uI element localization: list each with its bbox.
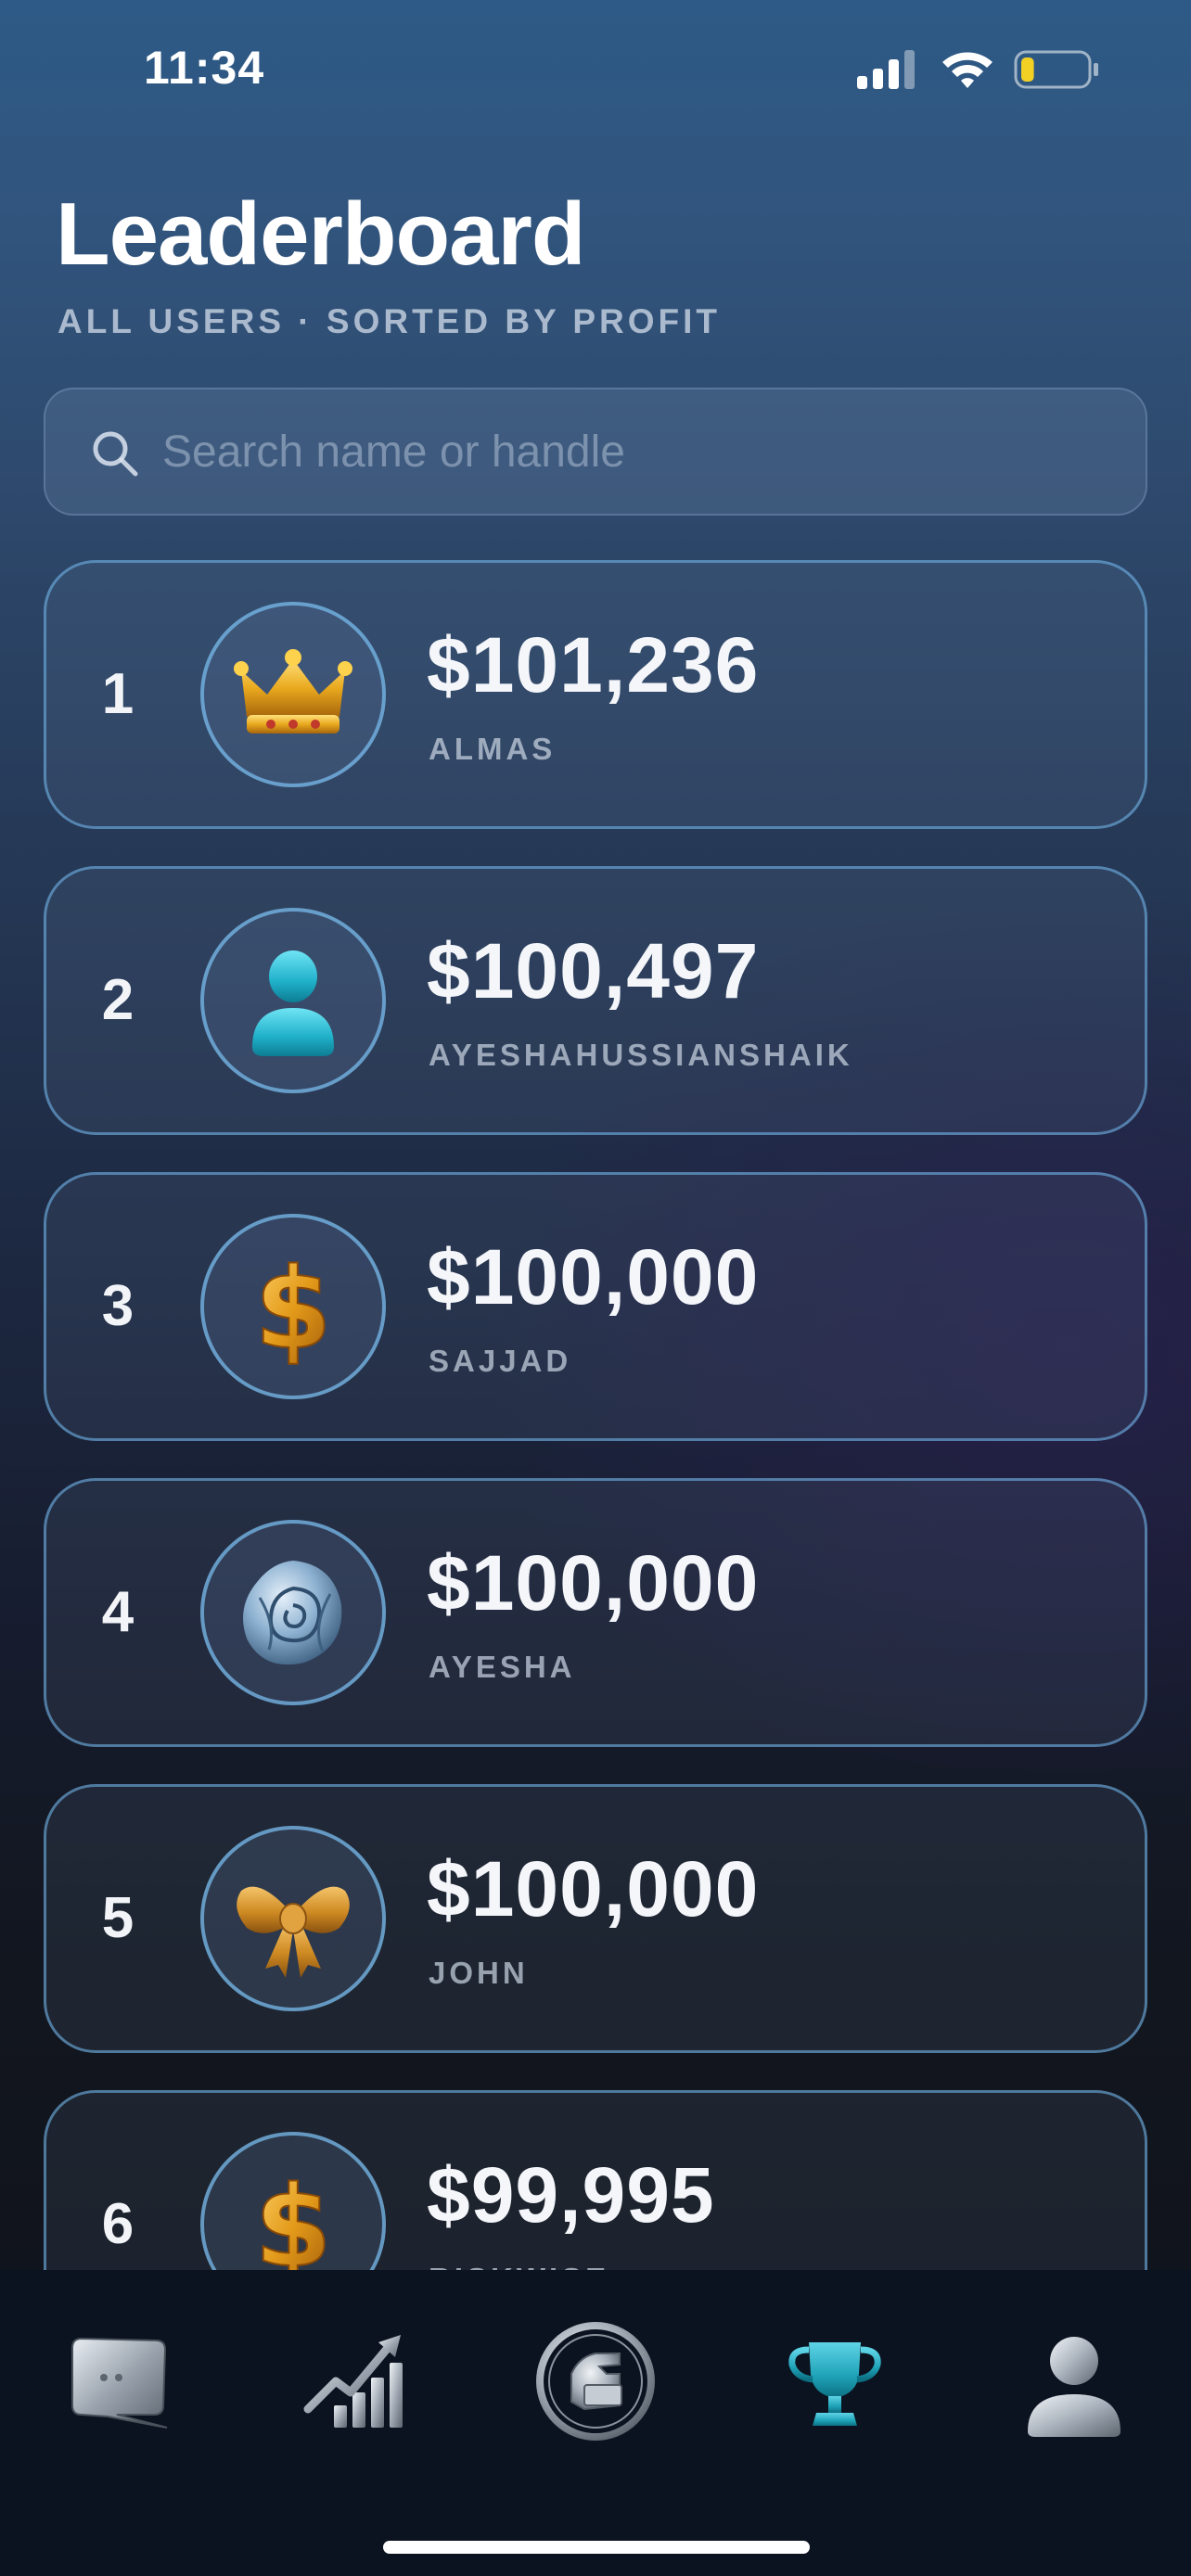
status-bar: 11:34: [0, 0, 1191, 139]
rank-number: 5: [101, 1886, 134, 1950]
bow-icon: [237, 1886, 350, 1978]
page-title: Leaderboard: [56, 185, 585, 284]
leaderboard-scroll-area[interactable]: 11:34 Leaderboard ALL USERS · SORTED BY …: [0, 0, 1191, 2270]
leaderboard-row[interactable]: 4 $100,000 AYESHA: [44, 1478, 1147, 1747]
user-handle: AYESHAHUSSIANSHAIK: [429, 1038, 853, 1072]
rank-number: 4: [101, 1580, 134, 1644]
avatar: [200, 1826, 386, 2011]
profile-icon: [1028, 2337, 1121, 2437]
leaderboard-row[interactable]: 3 $ $100,000 SAJJAD: [44, 1172, 1147, 1441]
home-indicator: [383, 2541, 810, 2554]
avatar: [200, 1520, 386, 1705]
rank-number: 2: [101, 968, 134, 1032]
rose-icon: [243, 1561, 342, 1665]
person-icon: [252, 950, 334, 1056]
trophy-icon: [788, 2342, 881, 2426]
search-box[interactable]: [44, 388, 1147, 516]
profit-amount: $100,000: [427, 1845, 760, 1932]
trade-coin-icon: [536, 2322, 655, 2441]
leaderboard-row[interactable]: 5 $100,000 JOHN: [44, 1784, 1147, 2053]
search-input[interactable]: [162, 389, 1118, 514]
user-handle: SAJJAD: [429, 1344, 572, 1378]
leaderboard-row[interactable]: 2 $100,497 AYESHAHUSSIANSHAIK: [44, 866, 1147, 1135]
avatar: [200, 908, 386, 1093]
crown-icon: [234, 649, 352, 733]
user-handle: AYESHA: [429, 1650, 576, 1684]
svg-text:$: $: [254, 2163, 332, 2270]
tab-chat[interactable]: [52, 2316, 182, 2446]
wifi-icon: [942, 52, 992, 88]
tab-bar: [0, 2270, 1191, 2576]
page-subtitle: ALL USERS · SORTED BY PROFIT: [58, 302, 722, 340]
dollar-icon: $: [253, 1244, 333, 1375]
user-handle: JOHN: [429, 1956, 529, 1990]
rank-number: 3: [101, 1274, 134, 1338]
avatar: $: [200, 2132, 386, 2270]
status-time: 11:34: [144, 42, 265, 94]
battery-icon: [1014, 50, 1098, 89]
profit-amount: $100,497: [427, 927, 760, 1014]
growth-chart-icon: [303, 2335, 403, 2428]
profit-amount: $100,000: [427, 1233, 760, 1320]
tab-trade[interactable]: [531, 2316, 660, 2446]
rank-number: 6: [101, 2192, 134, 2256]
tab-markets[interactable]: [291, 2316, 421, 2446]
leaderboard-row[interactable]: 6 $ $99,995 RISKWISE: [44, 2090, 1147, 2270]
profit-amount: $99,995: [427, 2151, 715, 2238]
rank-number: 1: [101, 662, 134, 726]
profit-amount: $101,236: [427, 621, 760, 708]
leaderboard-screen: 11:34 Leaderboard ALL USERS · SORTED BY …: [0, 0, 1191, 2576]
dollar-icon: $: [253, 2162, 333, 2270]
user-handle: ALMAS: [429, 732, 557, 766]
cellular-signal-icon: [857, 50, 915, 89]
tab-leaderboard[interactable]: [770, 2316, 900, 2446]
search-icon: [93, 431, 138, 477]
leaderboard-row[interactable]: 1 $101,236 ALMAS: [44, 560, 1147, 829]
tab-profile[interactable]: [1009, 2316, 1139, 2446]
avatar: [200, 602, 386, 787]
svg-text:$: $: [254, 1245, 332, 1374]
avatar: $: [200, 1214, 386, 1399]
chat-bubble-icon: [71, 2337, 168, 2429]
profit-amount: $100,000: [427, 1539, 760, 1626]
user-handle: RISKWISE: [429, 2262, 609, 2270]
